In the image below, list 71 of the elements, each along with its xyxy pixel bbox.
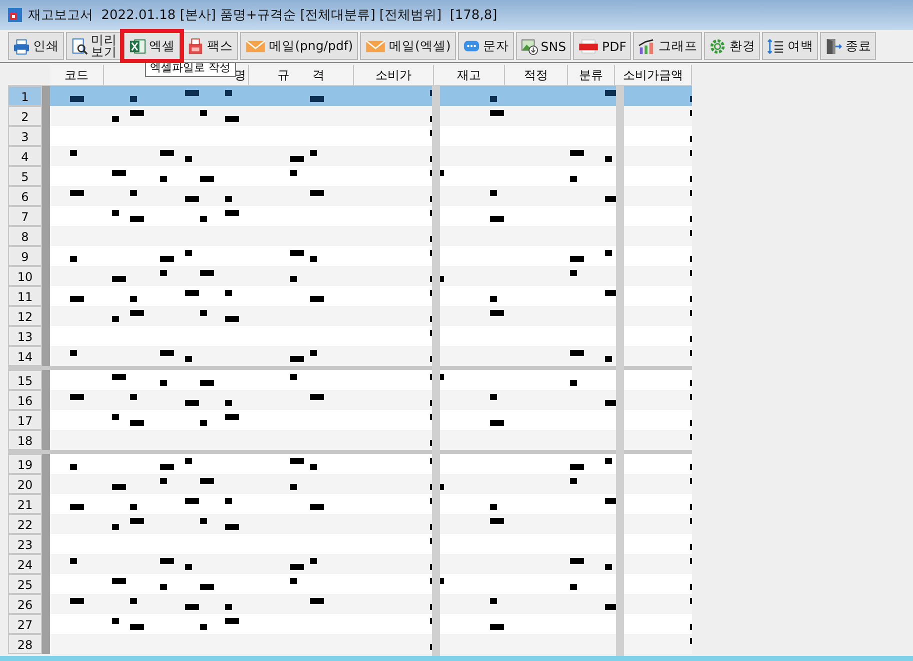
- table-row[interactable]: 17: [8, 410, 692, 430]
- row-number: 6: [8, 186, 42, 206]
- table-row[interactable]: 19: [8, 454, 692, 474]
- table-row[interactable]: 9: [8, 246, 692, 266]
- table-row[interactable]: 2: [8, 106, 692, 126]
- toolbar-button[interactable]: 미리 보기: [66, 32, 122, 60]
- row-number: 19: [8, 454, 42, 474]
- table-row[interactable]: 21: [8, 494, 692, 514]
- row-number: 10: [8, 266, 42, 286]
- table-row[interactable]: 4: [8, 146, 692, 166]
- table-row[interactable]: 27: [8, 614, 692, 634]
- table-row[interactable]: 14: [8, 346, 692, 366]
- toolbar-button[interactable]: 메일(png/pdf): [240, 32, 358, 60]
- row-number: 28: [8, 634, 42, 654]
- toolbar-button[interactable]: 문자: [458, 32, 514, 60]
- row-number: 21: [8, 494, 42, 514]
- row-number: 13: [8, 326, 42, 346]
- row-number: 7: [8, 206, 42, 226]
- table-row[interactable]: 6: [8, 186, 692, 206]
- toolbar-button[interactable]: SNS: [516, 32, 572, 60]
- toolbar-button[interactable]: PDF: [573, 32, 632, 60]
- tooltip: 엑셀파일로 작성: [145, 63, 236, 77]
- table-row[interactable]: 28: [8, 634, 692, 654]
- toolbar-button[interactable]: 인쇄: [8, 32, 64, 60]
- row-number: 9: [8, 246, 42, 266]
- table-row[interactable]: 5: [8, 166, 692, 186]
- table-row[interactable]: 26: [8, 594, 692, 614]
- row-number: 1: [8, 86, 42, 106]
- window-title: 재고보고서 2022.01.18 [본사] 품명+규격순 [전체대분류] [전체범위] [178,8]: [28, 7, 498, 24]
- table-row[interactable]: 22: [8, 514, 692, 534]
- row-number: 15: [8, 370, 42, 390]
- row-number: 27: [8, 614, 42, 634]
- table-row[interactable]: 16: [8, 390, 692, 410]
- table-row[interactable]: 23: [8, 534, 692, 554]
- row-number: 2: [8, 106, 42, 126]
- toolbar-button[interactable]: 메일(엑셀): [360, 32, 456, 60]
- row-number: 17: [8, 410, 42, 430]
- toolbar-button[interactable]: 엑셀: [124, 32, 180, 60]
- table-row[interactable]: 18: [8, 430, 692, 450]
- table-row[interactable]: 20: [8, 474, 692, 494]
- row-number: 20: [8, 474, 42, 494]
- table-row[interactable]: 8: [8, 226, 692, 246]
- table-row[interactable]: 25: [8, 574, 692, 594]
- row-number: 12: [8, 306, 42, 326]
- toolbar-button[interactable]: 팩스: [182, 32, 238, 60]
- row-number: 26: [8, 594, 42, 614]
- toolbar-button[interactable]: 종료: [820, 32, 876, 60]
- table-row[interactable]: 11: [8, 286, 692, 306]
- table-row[interactable]: 3: [8, 126, 692, 146]
- row-number: 25: [8, 574, 42, 594]
- row-number: 4: [8, 146, 42, 166]
- toolbar-button[interactable]: 그래프: [633, 32, 702, 60]
- toolbar-button[interactable]: 여백: [762, 32, 818, 60]
- table-row[interactable]: 24: [8, 554, 692, 574]
- table-row[interactable]: 12: [8, 306, 692, 326]
- row-number: 23: [8, 534, 42, 554]
- row-number: 18: [8, 430, 42, 450]
- table-row[interactable]: 15: [8, 370, 692, 390]
- row-number: 11: [8, 286, 42, 306]
- row-number: 24: [8, 554, 42, 574]
- table-row[interactable]: 1: [8, 86, 692, 106]
- row-number: 16: [8, 390, 42, 410]
- table-row[interactable]: 10: [8, 266, 692, 286]
- toolbar-button[interactable]: 환경: [704, 32, 760, 60]
- table-row[interactable]: 7: [8, 206, 692, 226]
- row-number: 5: [8, 166, 42, 186]
- row-number: 8: [8, 226, 42, 246]
- row-number: 22: [8, 514, 42, 534]
- row-number: 3: [8, 126, 42, 146]
- table-row[interactable]: 13: [8, 326, 692, 346]
- row-number: 14: [8, 346, 42, 366]
